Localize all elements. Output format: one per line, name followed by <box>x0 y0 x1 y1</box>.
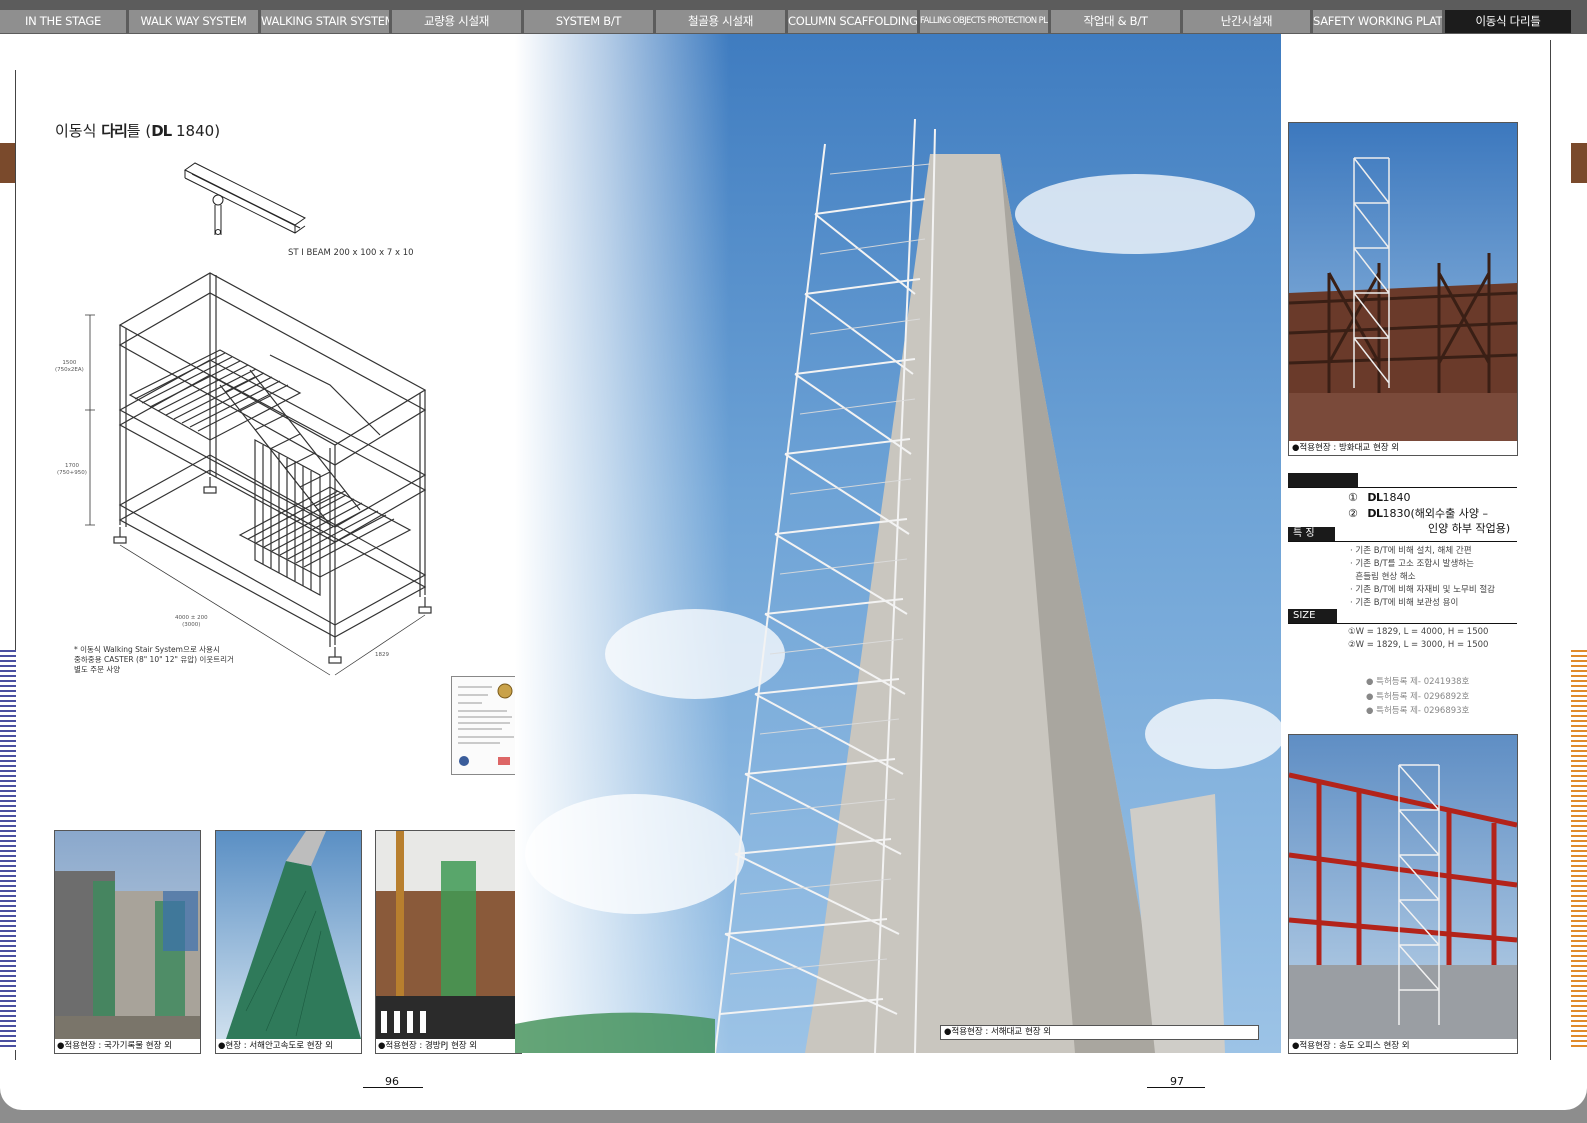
title-suffix: 틀 ( <box>126 122 152 140</box>
site-photo-1-image <box>55 831 200 1039</box>
model-2-extra: (해외수출 사양 – <box>1410 507 1489 520</box>
right-bottom-photo-caption: ●적용현장 : 송도 오피스 현장 외 <box>1292 1041 1410 1051</box>
model-brand-logo: DL <box>151 122 172 140</box>
right-top-photo: ●적용현장 : 방화대교 현장 외 <box>1288 122 1518 456</box>
dim-width: 1829 <box>375 652 389 658</box>
site-photo-3-caption: ●적용현장 : 경방PJ 현장 외 <box>378 1041 478 1051</box>
nav-tab-4[interactable]: SYSTEM B/T <box>524 10 653 33</box>
model-2-extra-line2: 인양 하부 작업용) <box>1428 522 1511 535</box>
right-border-line <box>1550 40 1551 1060</box>
patents-item: ● 특허등록 제- 0296893호 <box>1366 706 1470 716</box>
model-1-brand: DL <box>1367 491 1383 504</box>
dim-h2-sub: (750+950) <box>57 470 87 476</box>
sizes-item: ①W = 1829, L = 4000, H = 1500 <box>1348 627 1489 637</box>
right-bottom-photo-image <box>1289 735 1517 1039</box>
features-item: · 기존 B/T를 고소 조합시 발생하는 <box>1350 559 1474 569</box>
right-top-photo-caption: ●적용현장 : 방화대교 현장 외 <box>1292 443 1400 453</box>
features-item: · 기존 B/T에 비해 자재비 및 노무비 절감 <box>1350 585 1495 595</box>
model-1-num: ① <box>1348 491 1358 504</box>
dim-length: 4000 ± 200 (3000) <box>175 615 208 629</box>
dim-height-upper: 1500 (750x2EA) <box>55 360 84 374</box>
i-beam-drawing <box>184 162 306 235</box>
nav-tab-1[interactable]: WALK WAY SYSTEM <box>129 10 258 33</box>
nav-tab-5[interactable]: 철골용 시설재 <box>656 10 785 33</box>
nav-tab-11[interactable]: 이동식 다리틀 <box>1445 10 1571 33</box>
site-photo-3: ●적용현장 : 경방PJ 현장 외 <box>375 830 522 1054</box>
features-item: · 기존 B/T에 비해 설치, 해체 간편 <box>1350 546 1472 556</box>
nav-tab-8[interactable]: 작업대 & B/T <box>1051 10 1180 33</box>
dim-h1-sub: (750x2EA) <box>55 367 84 373</box>
nav-tab-2[interactable]: WALKING STAIR SYSTEM <box>261 10 389 33</box>
dim-length-sub: (3000) <box>182 622 201 628</box>
nav-tab-10[interactable]: SAFETY WORKING PLATFORM <box>1313 10 1442 33</box>
features-rule <box>1288 541 1517 542</box>
size-list: ①W = 1829, L = 4000, H = 1500 ②W = 1829, … <box>1348 626 1488 652</box>
features-item: 흔들림 현상 해소 <box>1350 572 1416 582</box>
certificate-document-1 <box>451 676 523 775</box>
title-model-number: 1840) <box>176 122 221 140</box>
models-tag <box>1288 473 1358 487</box>
main-photo-caption: ●적용현장 : 서해대교 현장 외 <box>940 1025 1259 1040</box>
left-edge-mark <box>0 143 16 183</box>
size-tag: SIZE <box>1288 609 1337 623</box>
model-1-line: ① DL1840 <box>1348 490 1411 506</box>
catalog-spread: IN THE STAGE WALK WAY SYSTEM WALKING STAIR… <box>0 0 1587 1110</box>
note-line-2: 중하중용 CASTER (8" 10" 12" 유압) 이웃트리거 <box>74 655 234 664</box>
page-number-right: 97 <box>1170 1075 1184 1088</box>
dim-height-lower: 1700 (750+950) <box>57 463 87 477</box>
patents-item: ● 특허등록 제- 0296892호 <box>1366 691 1470 702</box>
right-top-photo-image <box>1289 123 1517 441</box>
sizes-item: ②W = 1829, L = 3000, H = 1500 <box>1348 640 1489 650</box>
site-photo-1: ●적용현장 : 국가기록물 현장 외 <box>54 830 201 1054</box>
site-photo-1-caption: ●적용현장 : 국가기록물 현장 외 <box>57 1041 172 1051</box>
size-rule <box>1288 623 1517 624</box>
product-title: 이동식 다리틀 (DL 1840) <box>55 120 220 141</box>
dim-h2: 1700 <box>64 463 79 469</box>
model-2-line: ② DL1830(해외수출 사양 – <box>1348 506 1488 522</box>
left-edge-stripes <box>0 650 16 1050</box>
nav-tab-7[interactable]: FALLING OBJECTS PROTECTION PLATFORM <box>920 10 1048 33</box>
page-number-left: 96 <box>385 1075 399 1088</box>
site-photo-2: ●현장 : 서해안고속도로 현장 외 <box>215 830 362 1054</box>
site-photo-2-caption: ●현장 : 서해안고속도로 현장 외 <box>218 1041 333 1051</box>
title-prefix: 이동식 <box>55 122 97 140</box>
stair-frame-drawing <box>85 272 432 676</box>
model-1-number: 1840 <box>1382 491 1411 504</box>
patents-item: ● 특허등록 제- 0241938호 <box>1366 677 1470 687</box>
dim-length-value: 4000 ± 200 <box>175 615 208 621</box>
nav-tab-3[interactable]: 교량용 시설재 <box>392 10 521 33</box>
features-tag: 특 징 <box>1288 527 1335 541</box>
features-item: · 기존 B/T에 비해 보관성 용이 <box>1350 598 1459 608</box>
note-line-3: 별도 주문 사양 <box>74 665 121 674</box>
models-rule <box>1288 487 1517 488</box>
brand-logo-text: 다리 <box>101 122 128 140</box>
model-2-number: 1830 <box>1382 507 1411 520</box>
nav-tab-6[interactable]: COLUMN SCAFFOLDING <box>788 10 917 33</box>
patent-list: ● 특허등록 제- 0241938호 ● 특허등록 제- 0296892호 ● 특허… <box>1366 675 1469 719</box>
right-edge-stripes <box>1571 650 1587 1050</box>
beam-spec-label: ST Ⅰ BEAM 200 x 100 x 7 x 10 <box>288 248 414 258</box>
site-photo-2-image <box>216 831 361 1039</box>
site-photo-3-image <box>376 831 521 1039</box>
main-tower-photo <box>515 34 1281 1053</box>
note-line-1: * 이동식 Walking Stair System으로 사용시 <box>74 645 220 654</box>
scaffold-tower-image <box>515 118 1281 1053</box>
model-2-num: ② <box>1348 507 1358 520</box>
nav-tab-9[interactable]: 난간시설재 <box>1183 10 1310 33</box>
usage-note: * 이동식 Walking Stair System으로 사용시 중하중용 CA… <box>74 645 234 675</box>
dim-h1: 1500 <box>62 360 77 366</box>
features-list: · 기존 B/T에 비해 설치, 해체 간편 · 기존 B/T를 고소 조합시 발… <box>1350 545 1495 610</box>
model-2-brand: DL <box>1367 507 1383 520</box>
category-nav: IN THE STAGE WALK WAY SYSTEM WALKING STAIR… <box>0 0 1587 34</box>
right-edge-mark <box>1571 143 1587 183</box>
certificate-seal-icon <box>458 683 514 766</box>
right-bottom-photo: ●적용현장 : 송도 오피스 현장 외 <box>1288 734 1518 1054</box>
nav-tab-0[interactable]: IN THE STAGE <box>0 10 126 33</box>
